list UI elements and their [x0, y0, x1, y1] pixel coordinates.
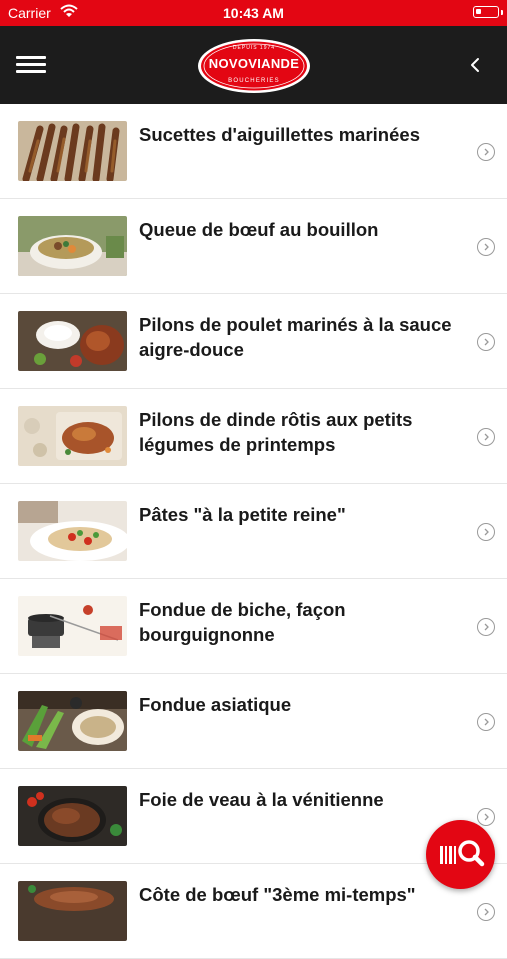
status-bar: Carrier 10:43 AM [0, 0, 507, 26]
chevron-right-icon [477, 903, 495, 921]
list-item[interactable]: Fondue asiatique [0, 674, 507, 769]
chevron-right-icon [477, 428, 495, 446]
chevron-right-icon [477, 523, 495, 541]
recipe-title: Fondue de biche, façon bourguignonne [139, 599, 346, 645]
clock: 10:43 AM [223, 5, 284, 21]
chicken-photo [18, 311, 127, 371]
recipe-title: Foie de veau à la vénitienne [139, 789, 384, 810]
logo-tagline-bottom: BOUCHERIES [228, 78, 280, 84]
pasta-photo [18, 501, 127, 561]
recipe-title: Pâtes "à la petite reine" [139, 504, 346, 525]
recipe-title: Fondue asiatique [139, 694, 292, 715]
turkey-photo [18, 406, 127, 466]
steak-photo [18, 881, 127, 941]
logo-tagline-top: DEPUIS 1974 [232, 45, 276, 51]
chevron-right-icon [477, 618, 495, 636]
chevron-right-icon [477, 238, 495, 256]
chevron-right-icon [477, 713, 495, 731]
fondue-photo [18, 596, 127, 656]
barcode-search-icon [440, 840, 485, 867]
recipe-title: Queue de bœuf au bouillon [139, 219, 379, 240]
chevron-left-icon[interactable] [467, 54, 483, 76]
navigation-bar: DEPUIS 1974 NOVOVIANDE BOUCHERIES [0, 26, 507, 104]
recipe-title: Pilons de dinde rôtis aux petits légumes… [139, 409, 413, 455]
chevron-right-icon [477, 333, 495, 351]
recipe-title: Sucettes d'aiguillettes marinées [139, 124, 420, 145]
brand-logo: DEPUIS 1974 NOVOVIANDE BOUCHERIES [197, 38, 311, 94]
logo-brand-text: NOVOVIANDE [208, 56, 300, 71]
list-item[interactable]: Sucettes d'aiguillettes marinées [0, 104, 507, 199]
list-item[interactable]: Queue de bœuf au bouillon [0, 199, 507, 294]
list-item[interactable]: Pilons de poulet marinés à la sauce aigr… [0, 294, 507, 389]
list-item[interactable]: Pilons de dinde rôtis aux petits légumes… [0, 389, 507, 484]
list-item[interactable]: Fondue de biche, façon bourguignonne [0, 579, 507, 674]
skewers-photo [18, 121, 127, 181]
hamburger-icon[interactable] [16, 56, 46, 74]
soup-photo [18, 216, 127, 276]
battery-icon [473, 6, 503, 18]
asian-fondue-photo [18, 691, 127, 751]
list-item[interactable]: Pâtes "à la petite reine" [0, 484, 507, 579]
recipe-title: Pilons de poulet marinés à la sauce aigr… [139, 314, 452, 360]
liver-photo [18, 786, 127, 846]
barcode-search-button[interactable] [426, 820, 495, 889]
chevron-right-icon [477, 143, 495, 161]
